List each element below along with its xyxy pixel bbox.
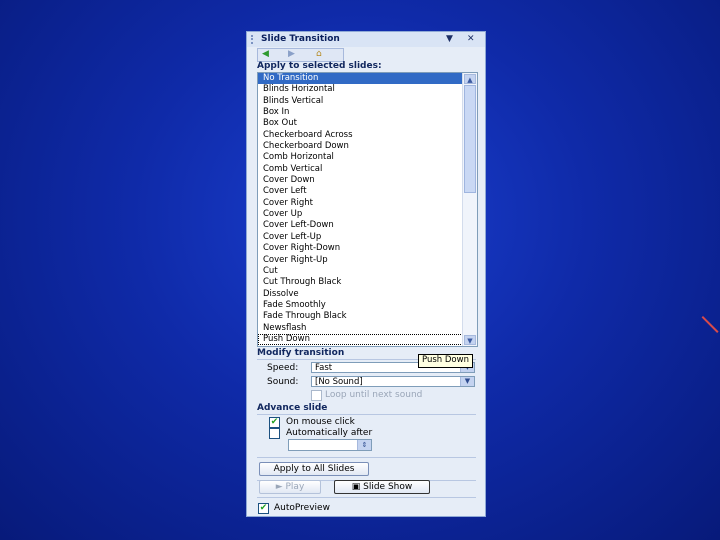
loop-label: Loop until next sound [325, 390, 423, 400]
speed-label: Speed: [267, 363, 299, 373]
on-mouse-click-label: On mouse click [286, 417, 355, 427]
list-item[interactable]: Cover Right-Down [258, 243, 477, 254]
decorative-line [701, 316, 719, 333]
auto-after-input[interactable]: ⇕ [288, 439, 372, 451]
slide-show-label: Slide Show [363, 482, 413, 492]
list-item[interactable]: Cover Left [258, 186, 477, 197]
close-icon[interactable]: ✕ [467, 34, 475, 44]
slide-transition-pane: Slide Transition ▼ ✕ ◀ ▶ ⌂ Apply to sele… [246, 31, 486, 517]
pane-nav-bar: ◀ ▶ ⌂ [257, 48, 344, 62]
list-item[interactable]: Cut Through Black [258, 277, 477, 288]
transition-list: No Transition Blinds Horizontal Blinds Ver… [258, 73, 477, 346]
list-item[interactable]: Cover Left-Up [258, 232, 477, 243]
auto-after-checkbox[interactable] [269, 428, 280, 439]
slide-show-icon: ▣ [351, 482, 364, 492]
list-item[interactable]: Newsflash [258, 323, 477, 334]
sound-select[interactable]: [No Sound] ▼ [311, 376, 475, 387]
list-item[interactable]: Cover Right [258, 198, 477, 209]
slide-show-button[interactable]: ▣ Slide Show [334, 480, 430, 494]
list-item[interactable]: Cover Right-Up [258, 255, 477, 266]
list-item[interactable]: Cover Down [258, 175, 477, 186]
list-item[interactable]: Cut [258, 266, 477, 277]
spinner-icon[interactable]: ⇕ [357, 440, 371, 450]
list-item[interactable]: Blinds Vertical [258, 96, 477, 107]
play-icon: ► [275, 482, 286, 492]
list-item[interactable]: Box In [258, 107, 477, 118]
loop-checkbox[interactable] [311, 390, 322, 401]
pane-title-bar: Slide Transition ▼ ✕ [247, 32, 485, 47]
sound-value: [No Sound] [315, 377, 363, 387]
sound-label: Sound: [267, 377, 299, 387]
scroll-down-icon[interactable]: ▼ [464, 335, 476, 345]
transition-listbox[interactable]: No Transition Blinds Horizontal Blinds Ver… [257, 72, 478, 347]
play-label: Play [285, 482, 305, 492]
pane-title: Slide Transition [261, 34, 340, 44]
list-item[interactable]: Blinds Horizontal [258, 84, 477, 95]
list-item[interactable]: Box Out [258, 118, 477, 129]
divider [257, 457, 476, 458]
forward-icon[interactable]: ▶ [288, 49, 295, 60]
scroll-up-icon[interactable]: ▲ [464, 74, 476, 84]
chevron-down-icon[interactable]: ▼ [460, 377, 474, 386]
list-item[interactable]: Checkerboard Across [258, 130, 477, 141]
auto-after-label: Automatically after [286, 428, 373, 438]
list-item[interactable]: Checkerboard Down [258, 141, 477, 152]
autopreview-checkbox[interactable]: ✔ [258, 503, 269, 514]
list-item[interactable]: Cover Left-Down [258, 220, 477, 231]
tooltip: Push Down [418, 354, 473, 368]
list-item[interactable]: Comb Vertical [258, 164, 477, 175]
list-item[interactable]: Fade Smoothly [258, 300, 477, 311]
divider [257, 497, 476, 498]
list-item[interactable]: Fade Through Black [258, 311, 477, 322]
list-item[interactable]: No Transition [258, 73, 477, 85]
apply-section-label: Apply to selected slides: [257, 61, 382, 71]
list-item[interactable]: Push Down [258, 333, 477, 346]
divider [257, 414, 476, 415]
home-icon[interactable]: ⌂ [316, 49, 322, 60]
speed-value: Fast [315, 363, 333, 373]
advance-section-label: Advance slide [257, 403, 328, 413]
list-item[interactable]: Dissolve [258, 289, 477, 300]
list-item[interactable]: Cover Up [258, 209, 477, 220]
apply-to-all-button[interactable]: Apply to All Slides [259, 462, 369, 476]
drag-grip[interactable] [251, 35, 255, 44]
scroll-thumb[interactable] [464, 85, 476, 193]
pane-options-icon[interactable]: ▼ [446, 34, 453, 44]
play-button[interactable]: ► Play [259, 480, 321, 494]
scrollbar[interactable]: ▲ ▼ [462, 73, 477, 346]
modify-section-label: Modify transition [257, 348, 345, 358]
list-item[interactable]: Comb Horizontal [258, 152, 477, 163]
on-mouse-click-checkbox[interactable]: ✔ [269, 417, 280, 428]
back-icon[interactable]: ◀ [262, 49, 269, 60]
autopreview-label: AutoPreview [274, 503, 330, 513]
